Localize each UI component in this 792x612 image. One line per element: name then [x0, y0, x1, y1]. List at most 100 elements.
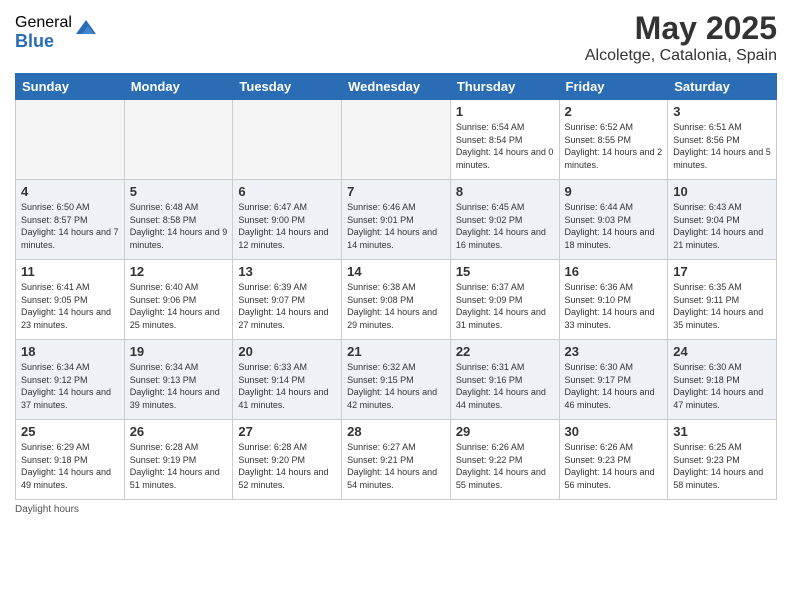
day-info: Sunrise: 6:25 AMSunset: 9:23 PMDaylight:… — [673, 441, 771, 491]
month-title: May 2025 — [585, 10, 777, 47]
logo-general: General — [15, 14, 72, 32]
day-info: Sunrise: 6:28 AMSunset: 9:20 PMDaylight:… — [238, 441, 336, 491]
day-info: Sunrise: 6:54 AMSunset: 8:54 PMDaylight:… — [456, 121, 554, 171]
calendar-cell-6: 6 Sunrise: 6:47 AMSunset: 9:00 PMDaylight… — [233, 180, 342, 260]
week-row-4: 25Sunrise: 6:29 AMSunset: 9:18 PMDayligh… — [16, 420, 777, 500]
calendar-cell-28: 28 Sunrise: 6:27 AMSunset: 9:21 PMDayligh… — [342, 420, 451, 500]
calendar-cell-22: 22Sunrise: 6:31 AMSunset: 9:16 PMDayligh… — [450, 340, 559, 420]
day-info: Sunrise: 6:40 AMSunset: 9:06 PMDaylight:… — [130, 281, 228, 331]
day-info: Sunrise: 6:32 AMSunset: 9:15 PMDaylight:… — [347, 361, 445, 411]
day-number: 11 — [21, 264, 119, 279]
day-info: Sunrise: 6:44 AMSunset: 9:03 PMDaylight:… — [565, 201, 663, 251]
day-info: Sunrise: 6:33 AMSunset: 9:14 PMDaylight:… — [238, 361, 336, 411]
day-number: 29 — [456, 424, 554, 439]
day-number: 6 — [238, 184, 336, 199]
day-info: Sunrise: 6:39 AMSunset: 9:07 PMDaylight:… — [238, 281, 336, 331]
day-number: 18 — [21, 344, 119, 359]
day-number: 17 — [673, 264, 771, 279]
day-info: Sunrise: 6:46 AMSunset: 9:01 PMDaylight:… — [347, 201, 445, 251]
calendar-cell-20: 20 Sunrise: 6:33 AMSunset: 9:14 PMDayligh… — [233, 340, 342, 420]
calendar-cell-15: 15 Sunrise: 6:37 AMSunset: 9:09 PMDayligh… — [450, 260, 559, 340]
day-info: Sunrise: 6:36 AMSunset: 9:10 PMDaylight:… — [565, 281, 663, 331]
calendar-header-friday: Friday — [559, 74, 668, 100]
day-number: 9 — [565, 184, 663, 199]
logo-icon — [74, 16, 98, 40]
calendar-cell-empty — [233, 100, 342, 180]
calendar-cell-9: 9 Sunrise: 6:44 AMSunset: 9:03 PMDaylight… — [559, 180, 668, 260]
day-number: 15 — [456, 264, 554, 279]
day-number: 22 — [456, 344, 554, 359]
day-number: 24 — [673, 344, 771, 359]
day-number: 12 — [130, 264, 228, 279]
day-number: 20 — [238, 344, 336, 359]
calendar-cell-26: 26Sunrise: 6:28 AMSunset: 9:19 PMDayligh… — [124, 420, 233, 500]
calendar-table: SundayMondayTuesdayWednesdayThursdayFrid… — [15, 73, 777, 500]
day-info: Sunrise: 6:41 AMSunset: 9:05 PMDaylight:… — [21, 281, 119, 331]
calendar-cell-empty — [16, 100, 125, 180]
day-info: Sunrise: 6:37 AMSunset: 9:09 PMDaylight:… — [456, 281, 554, 331]
day-number: 25 — [21, 424, 119, 439]
day-info: Sunrise: 6:30 AMSunset: 9:17 PMDaylight:… — [565, 361, 663, 411]
day-number: 21 — [347, 344, 445, 359]
day-info: Sunrise: 6:34 AMSunset: 9:12 PMDaylight:… — [21, 361, 119, 411]
day-info: Sunrise: 6:28 AMSunset: 9:19 PMDaylight:… — [130, 441, 228, 491]
calendar-cell-10: 10 Sunrise: 6:43 AMSunset: 9:04 PMDayligh… — [668, 180, 777, 260]
day-info: Sunrise: 6:50 AMSunset: 8:57 PMDaylight:… — [21, 201, 119, 251]
day-info: Sunrise: 6:43 AMSunset: 9:04 PMDaylight:… — [673, 201, 771, 251]
day-info: Sunrise: 6:47 AMSunset: 9:00 PMDaylight:… — [238, 201, 336, 251]
calendar-cell-4: 4Sunrise: 6:50 AMSunset: 8:57 PMDaylight… — [16, 180, 125, 260]
footer: Daylight hours — [15, 504, 777, 515]
logo-blue: Blue — [15, 32, 72, 52]
calendar-header-wednesday: Wednesday — [342, 74, 451, 100]
calendar-header-sunday: Sunday — [16, 74, 125, 100]
day-number: 10 — [673, 184, 771, 199]
day-info: Sunrise: 6:26 AMSunset: 9:22 PMDaylight:… — [456, 441, 554, 491]
calendar-cell-30: 30 Sunrise: 6:26 AMSunset: 9:23 PMDayligh… — [559, 420, 668, 500]
calendar-cell-1: 1Sunrise: 6:54 AMSunset: 8:54 PMDaylight… — [450, 100, 559, 180]
day-number: 3 — [673, 104, 771, 119]
day-info: Sunrise: 6:30 AMSunset: 9:18 PMDaylight:… — [673, 361, 771, 411]
calendar-cell-24: 24 Sunrise: 6:30 AMSunset: 9:18 PMDayligh… — [668, 340, 777, 420]
calendar-header-saturday: Saturday — [668, 74, 777, 100]
calendar-header-tuesday: Tuesday — [233, 74, 342, 100]
page: General Blue May 2025 Alcoletge, Catalon… — [0, 0, 792, 612]
week-row-1: 4Sunrise: 6:50 AMSunset: 8:57 PMDaylight… — [16, 180, 777, 260]
calendar-header-thursday: Thursday — [450, 74, 559, 100]
day-number: 27 — [238, 424, 336, 439]
calendar-header-row: SundayMondayTuesdayWednesdayThursdayFrid… — [16, 74, 777, 100]
logo: General Blue — [15, 14, 98, 51]
day-info: Sunrise: 6:45 AMSunset: 9:02 PMDaylight:… — [456, 201, 554, 251]
day-info: Sunrise: 6:27 AMSunset: 9:21 PMDaylight:… — [347, 441, 445, 491]
calendar-cell-18: 18 Sunrise: 6:34 AMSunset: 9:12 PMDayligh… — [16, 340, 125, 420]
day-info: Sunrise: 6:52 AMSunset: 8:55 PMDaylight:… — [565, 121, 663, 171]
calendar-cell-19: 19Sunrise: 6:34 AMSunset: 9:13 PMDayligh… — [124, 340, 233, 420]
calendar-cell-31: 31Sunrise: 6:25 AMSunset: 9:23 PMDayligh… — [668, 420, 777, 500]
day-number: 28 — [347, 424, 445, 439]
day-info: Sunrise: 6:35 AMSunset: 9:11 PMDaylight:… — [673, 281, 771, 331]
day-info: Sunrise: 6:51 AMSunset: 8:56 PMDaylight:… — [673, 121, 771, 171]
calendar-cell-2: 2Sunrise: 6:52 AMSunset: 8:55 PMDaylight… — [559, 100, 668, 180]
day-number: 14 — [347, 264, 445, 279]
location-title: Alcoletge, Catalonia, Spain — [585, 47, 777, 65]
day-info: Sunrise: 6:48 AMSunset: 8:58 PMDaylight:… — [130, 201, 228, 251]
day-number: 8 — [456, 184, 554, 199]
calendar-cell-29: 29 Sunrise: 6:26 AMSunset: 9:22 PMDayligh… — [450, 420, 559, 500]
calendar-cell-17: 17 Sunrise: 6:35 AMSunset: 9:11 PMDayligh… — [668, 260, 777, 340]
calendar-cell-13: 13Sunrise: 6:39 AMSunset: 9:07 PMDayligh… — [233, 260, 342, 340]
day-number: 30 — [565, 424, 663, 439]
calendar-cell-5: 5 Sunrise: 6:48 AMSunset: 8:58 PMDaylight… — [124, 180, 233, 260]
day-number: 19 — [130, 344, 228, 359]
week-row-0: 1Sunrise: 6:54 AMSunset: 8:54 PMDaylight… — [16, 100, 777, 180]
calendar-cell-27: 27 Sunrise: 6:28 AMSunset: 9:20 PMDayligh… — [233, 420, 342, 500]
week-row-2: 11 Sunrise: 6:41 AMSunset: 9:05 PMDayligh… — [16, 260, 777, 340]
header: General Blue May 2025 Alcoletge, Catalon… — [15, 10, 777, 65]
calendar-cell-7: 7Sunrise: 6:46 AMSunset: 9:01 PMDaylight… — [342, 180, 451, 260]
calendar-cell-16: 16Sunrise: 6:36 AMSunset: 9:10 PMDayligh… — [559, 260, 668, 340]
calendar-cell-empty — [342, 100, 451, 180]
calendar-cell-empty — [124, 100, 233, 180]
day-number: 5 — [130, 184, 228, 199]
calendar-cell-3: 3 Sunrise: 6:51 AMSunset: 8:56 PMDaylight… — [668, 100, 777, 180]
calendar-cell-11: 11 Sunrise: 6:41 AMSunset: 9:05 PMDayligh… — [16, 260, 125, 340]
day-number: 23 — [565, 344, 663, 359]
day-info: Sunrise: 6:26 AMSunset: 9:23 PMDaylight:… — [565, 441, 663, 491]
